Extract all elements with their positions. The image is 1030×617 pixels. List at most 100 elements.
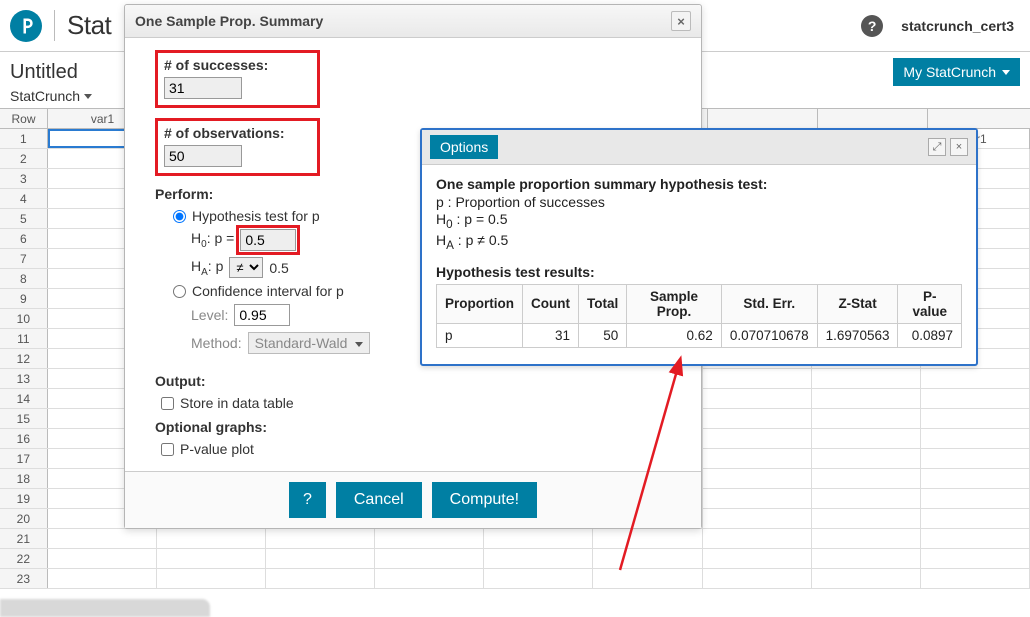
cell[interactable]	[703, 489, 812, 508]
cell[interactable]	[48, 529, 157, 548]
cell[interactable]	[266, 549, 375, 568]
ha-operator-select[interactable]: ≠	[229, 257, 263, 278]
cell[interactable]	[921, 369, 1030, 388]
options-button[interactable]: Options	[430, 135, 498, 159]
cell[interactable]	[921, 389, 1030, 408]
cell[interactable]	[703, 449, 812, 468]
cell[interactable]	[484, 529, 593, 548]
cell-z-stat: 1.6970563	[817, 323, 898, 347]
cell[interactable]	[921, 449, 1030, 468]
cell[interactable]	[703, 569, 812, 588]
cell[interactable]	[703, 509, 812, 528]
sheet-row: 23	[0, 569, 1030, 589]
chevron-down-icon	[1002, 70, 1010, 75]
col-std-err: Std. Err.	[721, 284, 817, 323]
close-icon[interactable]: ×	[950, 138, 968, 156]
help-button[interactable]: ?	[289, 482, 326, 518]
cell[interactable]	[812, 449, 921, 468]
my-statcrunch-label: My StatCrunch	[903, 64, 996, 80]
cell[interactable]	[48, 569, 157, 588]
cell[interactable]	[593, 529, 702, 548]
method-label: Method:	[191, 335, 242, 351]
expand-icon[interactable]: ⤢	[928, 138, 946, 156]
cell[interactable]	[703, 429, 812, 448]
cell[interactable]	[266, 569, 375, 588]
row-number: 1	[0, 129, 48, 148]
help-icon[interactable]: ?	[861, 15, 883, 37]
row-number: 10	[0, 309, 48, 328]
observations-input[interactable]	[164, 145, 242, 167]
cell[interactable]	[812, 429, 921, 448]
method-select[interactable]: Standard-Wald	[248, 332, 371, 354]
column-header[interactable]	[708, 109, 818, 128]
cell[interactable]	[703, 369, 812, 388]
cell[interactable]	[375, 529, 484, 548]
h0-value-input[interactable]	[240, 229, 296, 251]
pvalue-plot-label: P-value plot	[180, 441, 254, 457]
ha-label: HA: p	[191, 258, 223, 278]
cell[interactable]	[921, 509, 1030, 528]
chevron-down-icon	[355, 342, 363, 347]
cell[interactable]	[703, 409, 812, 428]
dialog-close-button[interactable]: ×	[671, 11, 691, 31]
row-number: 15	[0, 409, 48, 428]
row-number: 3	[0, 169, 48, 188]
store-label: Store in data table	[180, 395, 294, 411]
cell[interactable]	[921, 549, 1030, 568]
cell[interactable]	[157, 549, 266, 568]
my-statcrunch-button[interactable]: My StatCrunch	[893, 58, 1020, 86]
cell-p-value: 0.0897	[898, 323, 962, 347]
confidence-interval-radio[interactable]	[173, 285, 186, 298]
cell[interactable]	[812, 509, 921, 528]
col-proportion: Proportion	[437, 284, 523, 323]
cell[interactable]	[921, 469, 1030, 488]
pearson-logo-icon	[10, 10, 42, 42]
cell[interactable]	[157, 569, 266, 588]
cell[interactable]	[812, 469, 921, 488]
cell[interactable]	[375, 569, 484, 588]
cell[interactable]	[921, 429, 1030, 448]
results-sub-heading: Hypothesis test results:	[436, 264, 962, 280]
row-header-label: Row	[0, 109, 48, 128]
cell[interactable]	[593, 569, 702, 588]
cell[interactable]	[812, 369, 921, 388]
cell[interactable]	[48, 549, 157, 568]
column-header[interactable]	[818, 109, 928, 128]
row-number: 9	[0, 289, 48, 308]
cell[interactable]	[812, 489, 921, 508]
cell[interactable]	[812, 389, 921, 408]
cell[interactable]	[812, 529, 921, 548]
cell[interactable]	[703, 389, 812, 408]
confidence-interval-label: Confidence interval for p	[192, 283, 344, 299]
cell[interactable]	[266, 529, 375, 548]
cell[interactable]	[593, 549, 702, 568]
cell[interactable]	[812, 549, 921, 568]
cell[interactable]	[703, 469, 812, 488]
cell[interactable]	[812, 569, 921, 588]
row-number: 21	[0, 529, 48, 548]
results-titlebar[interactable]: Options ⤢ ×	[422, 130, 976, 165]
cancel-button[interactable]: Cancel	[336, 482, 422, 518]
menubar-item-statcrunch[interactable]: StatCrunch	[10, 88, 92, 104]
cell[interactable]	[484, 549, 593, 568]
hypothesis-test-radio[interactable]	[173, 210, 186, 223]
cell[interactable]	[921, 489, 1030, 508]
cell[interactable]	[157, 529, 266, 548]
cell[interactable]	[921, 569, 1030, 588]
observations-field: # of observations:	[155, 118, 320, 176]
cell[interactable]	[703, 549, 812, 568]
successes-input[interactable]	[164, 77, 242, 99]
cell[interactable]	[375, 549, 484, 568]
pvalue-plot-checkbox[interactable]	[161, 443, 174, 456]
dialog-title: One Sample Prop. Summary	[135, 13, 323, 29]
cell[interactable]	[484, 569, 593, 588]
level-input[interactable]	[234, 304, 290, 326]
store-checkbox[interactable]	[161, 397, 174, 410]
cell[interactable]	[812, 409, 921, 428]
row-number: 16	[0, 429, 48, 448]
cell[interactable]	[703, 529, 812, 548]
dialog-titlebar[interactable]: One Sample Prop. Summary ×	[125, 5, 701, 38]
cell[interactable]	[921, 529, 1030, 548]
cell[interactable]	[921, 409, 1030, 428]
compute-button[interactable]: Compute!	[432, 482, 537, 518]
